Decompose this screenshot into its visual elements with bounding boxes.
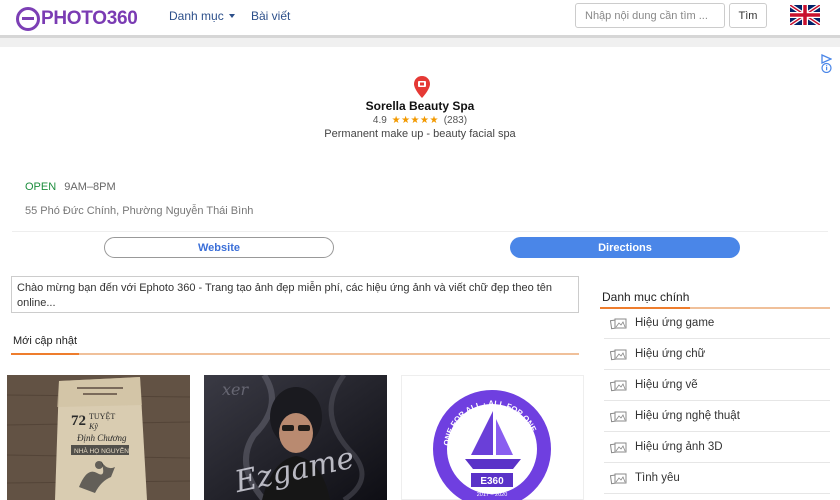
svg-text:Kỹ: Kỹ (88, 422, 98, 431)
sidebar-item-art[interactable]: Hiệu ứng nghệ thuật (604, 401, 830, 432)
thumbnail-gamer[interactable]: Ezgame xer (204, 375, 387, 500)
image-stack-icon (610, 411, 627, 422)
sidebar-item-label: Hiệu ứng game (635, 317, 715, 329)
thumbnail-book[interactable]: 72 TUYỆT Kỹ Định Chương NHÀ HỌ NGUYỄN (7, 375, 190, 500)
logo-e-icon (16, 7, 40, 31)
sidebar-item-game[interactable]: Hiệu ứng game (604, 308, 830, 339)
sidebar-item-text[interactable]: Hiệu ứng chữ (604, 339, 830, 370)
business-address: 55 Phó Đức Chính, Phường Nguyễn Thái Bìn… (25, 205, 254, 217)
site-logo[interactable]: PHOTO360 (16, 6, 138, 32)
sidebar-item-label: Hiệu ứng ảnh 3D (635, 441, 723, 453)
search-button[interactable]: Tìm (729, 3, 767, 28)
logo-e360-text: E360 (480, 476, 504, 487)
open-hours: OPEN 9AM–8PM (25, 181, 116, 193)
nav-bai-viet-label: Bài viết (251, 9, 291, 23)
business-description: Permanent make up - beauty facial spa (324, 128, 516, 140)
gamer-effect-image: Ezgame xer (204, 375, 387, 500)
nav-bai-viet[interactable]: Bài viết (251, 9, 290, 23)
website-button[interactable]: Website (104, 237, 334, 258)
svg-text:72: 72 (71, 413, 86, 429)
image-stack-icon (610, 473, 627, 484)
svg-text:Định Chương: Định Chương (76, 433, 127, 443)
hours-text: 9AM–8PM (64, 181, 116, 193)
sidebar-item-label: Tình yêu (635, 472, 680, 484)
sidebar-item-love[interactable]: Tình yêu (604, 463, 830, 494)
logo-text: PHOTO360 (41, 8, 138, 29)
nav-danh-muc[interactable]: Danh mục (169, 9, 235, 23)
uk-flag-icon[interactable] (790, 5, 820, 25)
divider (12, 231, 828, 232)
star-rating-icon: ★★★★★ (391, 115, 439, 126)
nav-danh-muc-label: Danh mục (169, 9, 224, 23)
book-cover-image: 72 TUYỆT Kỹ Định Chương NHÀ HỌ NGUYỄN (7, 375, 190, 500)
business-name[interactable]: Sorella Beauty Spa (0, 99, 840, 113)
image-stack-icon (610, 380, 627, 391)
map-pin-icon (414, 76, 430, 98)
sidebar-item-3d[interactable]: Hiệu ứng ảnh 3D (604, 432, 830, 463)
ad-banner[interactable]: Sorella Beauty Spa 4.9 ★★★★★ (283) Perma… (0, 47, 840, 266)
search-input[interactable] (575, 3, 725, 28)
section-underline (11, 353, 579, 355)
open-status: OPEN (25, 181, 57, 193)
recent-section-title: Mới cập nhật (13, 335, 78, 347)
rating-value: 4.9 (372, 115, 387, 126)
directions-button[interactable]: Directions (510, 237, 740, 258)
review-count: (283) (443, 115, 468, 126)
ad-choices-icon[interactable] (821, 53, 832, 73)
sidebar-item-drawing[interactable]: Hiệu ứng vẽ (604, 370, 830, 401)
sidebar-item-label: Hiệu ứng chữ (635, 348, 706, 360)
svg-text:TUYỆT: TUYỆT (89, 411, 115, 421)
image-stack-icon (610, 442, 627, 453)
sidebar-item-label: Hiệu ứng nghệ thuật (635, 410, 740, 422)
thumbnail-e360-logo[interactable]: ONE FOR ALL · ALL FOR ONE E360 2017 – 20… (401, 375, 584, 500)
main-content: Chào mừng bạn đến với Ephoto 360 - Trang… (0, 266, 840, 500)
logo-years-text: 2017 – 2020 (477, 492, 508, 498)
rating-row: 4.9 ★★★★★ (283) (0, 115, 840, 126)
caret-down-icon (228, 14, 235, 18)
image-stack-icon (610, 318, 627, 329)
svg-text:NHÀ HỌ NGUYỄN: NHÀ HỌ NGUYỄN (74, 446, 129, 455)
welcome-box: Chào mừng bạn đến với Ephoto 360 - Trang… (11, 276, 579, 313)
sidebar-item-label: Hiệu ứng vẽ (635, 379, 698, 391)
sailboat-logo-image: ONE FOR ALL · ALL FOR ONE E360 2017 – 20… (401, 375, 584, 500)
image-stack-icon (610, 349, 627, 360)
svg-text:xer: xer (222, 380, 249, 399)
sidebar-title: Danh mục chính (602, 290, 690, 304)
top-header: PHOTO360 Danh mục Bài viết Tìm (0, 0, 840, 38)
